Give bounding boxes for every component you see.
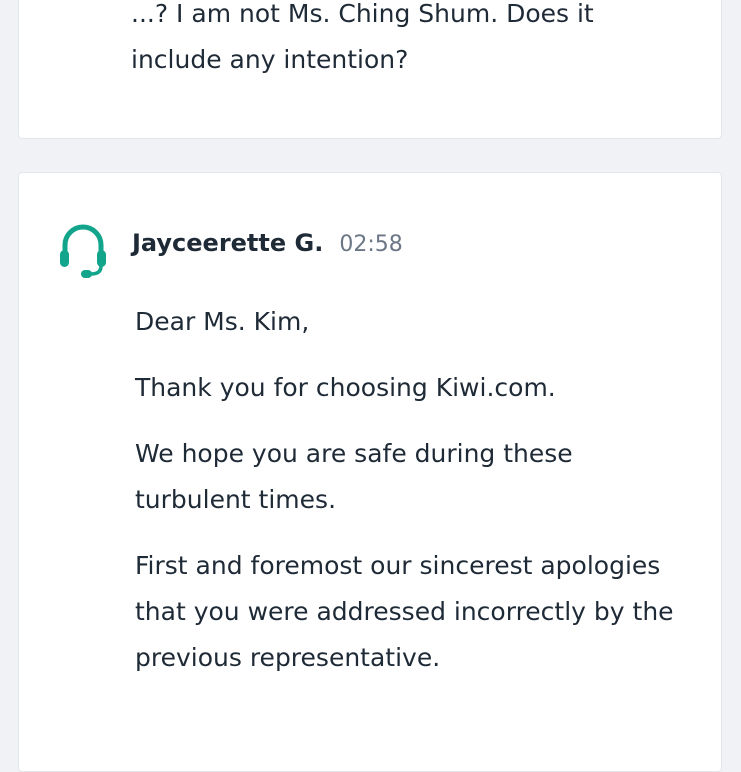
previous-message-text: ...? I am not Ms. Ching Shum. Does it in… (131, 0, 594, 74)
message-paragraph: Thank you for choosing Kiwi.com. (135, 373, 556, 402)
sender-row: Jayceerette G. 02:58 (132, 229, 403, 257)
message-paragraph: We hope you are safe during these turbul… (135, 439, 573, 514)
message-card: Jayceerette G. 02:58 Dear Ms. Kim, Thank… (18, 172, 722, 772)
message-paragraph: Dear Ms. Kim, (135, 307, 310, 336)
sender-name: Jayceerette G. (132, 229, 324, 257)
message-paragraph: First and foremost our sincerest apologi… (135, 551, 674, 672)
headset-icon (57, 221, 109, 279)
previous-message-card: ...? I am not Ms. Ching Shum. Does it in… (18, 0, 722, 139)
message-body: Dear Ms. Kim, Thank you for choosing Kiw… (135, 299, 675, 701)
message-timestamp: 02:58 (339, 232, 403, 257)
